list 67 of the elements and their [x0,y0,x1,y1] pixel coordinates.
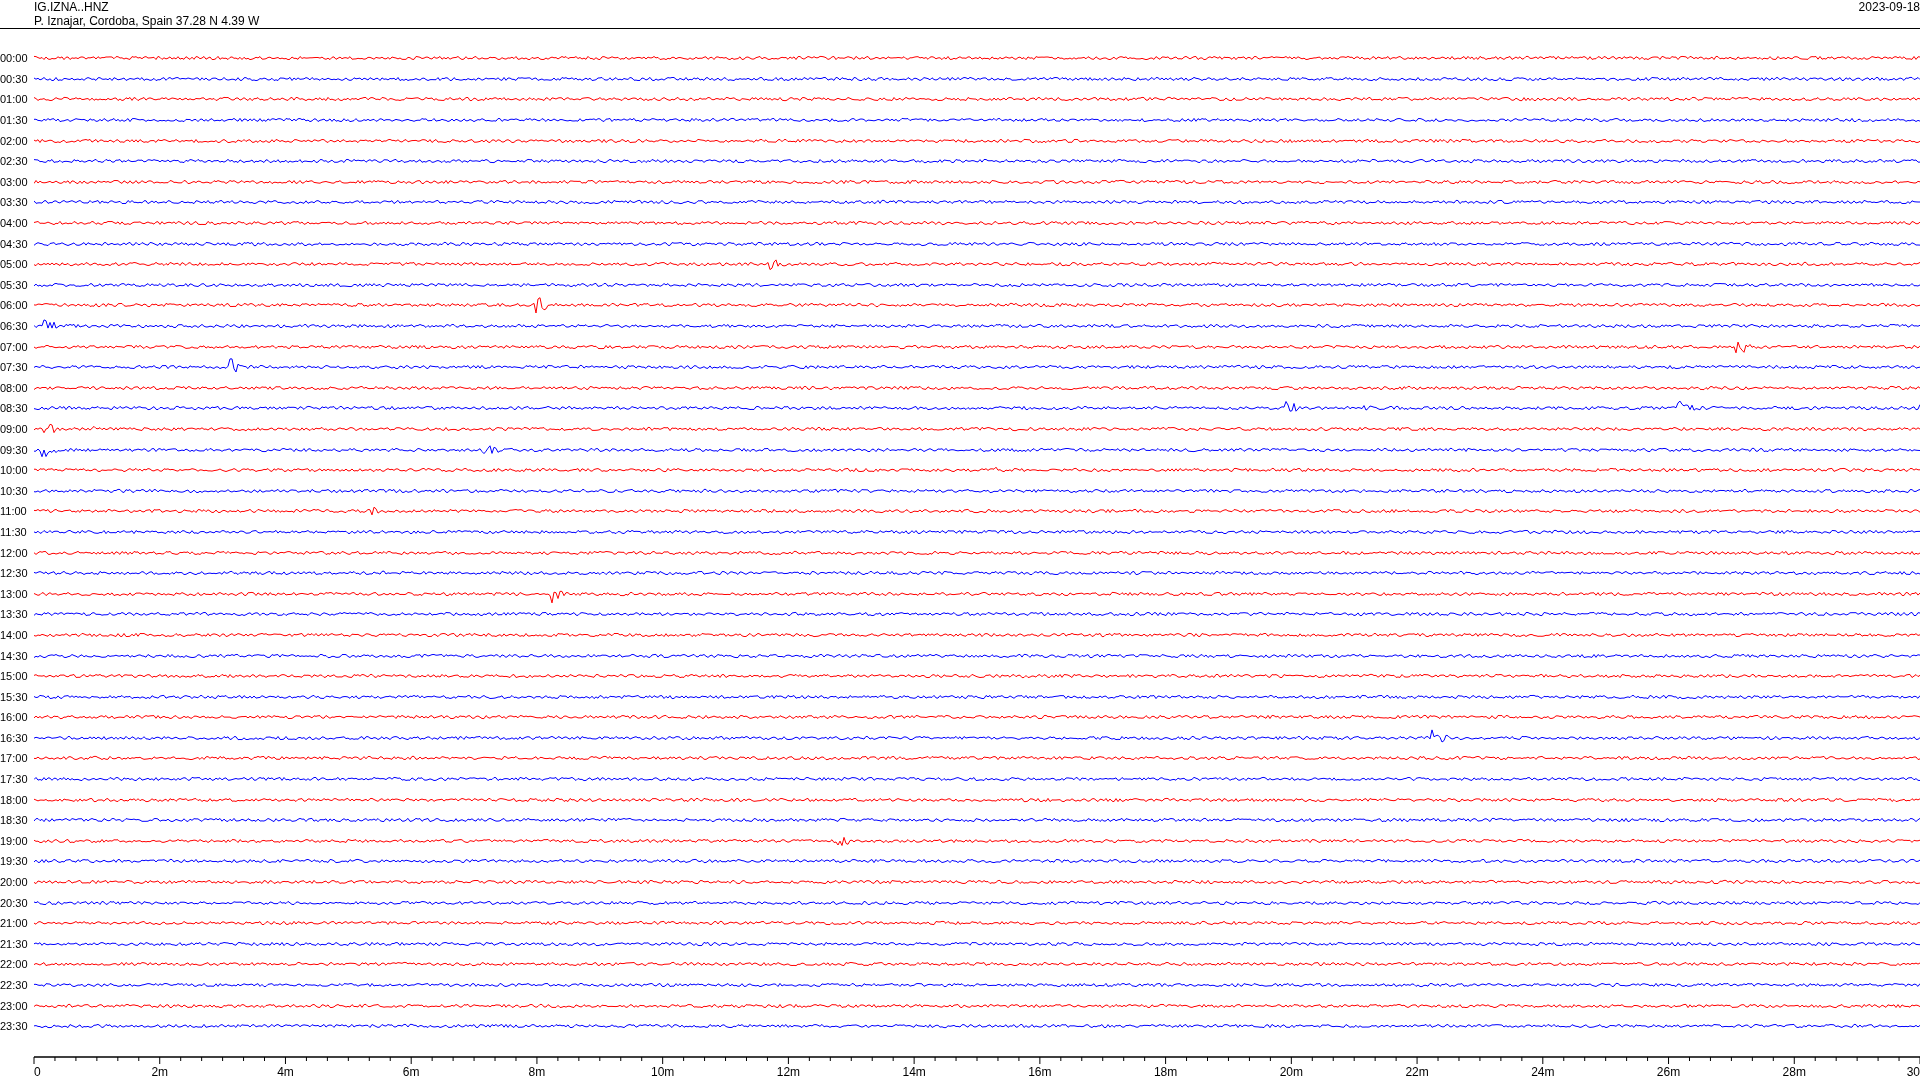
time-label: 11:30 [0,525,28,538]
time-label: 07:00 [0,340,29,353]
axis-label: 0 [34,1064,41,1079]
time-label: 06:00 [0,299,29,312]
time-label: 01:30 [0,114,29,127]
time-label: 04:00 [0,217,29,230]
time-label: 14:30 [0,649,29,662]
axis-label: 12m [776,1064,801,1079]
time-label: 08:00 [0,381,29,394]
time-label: 17:00 [0,752,29,765]
plot-date: 2023-09-18 [1858,0,1920,14]
time-label: 18:00 [0,793,29,806]
axis-label: 8m [528,1064,546,1079]
time-label: 23:00 [0,999,29,1012]
time-label: 17:30 [0,773,29,786]
time-label: 18:30 [0,814,29,827]
axis-label: 10m [651,1064,675,1079]
station-location: P. Iznajar, Cordoba, Spain 37.28 N 4.39 W [34,14,260,28]
time-label: 09:30 [0,443,29,456]
time-label: 08:30 [0,402,29,415]
time-label: 19:30 [0,855,29,868]
time-label: 12:30 [0,567,29,580]
axis-label: 2m [151,1064,169,1079]
time-label: 13:00 [0,587,29,600]
time-label: 02:00 [0,134,29,147]
axis-label: 26m [1656,1064,1681,1079]
time-label: 23:30 [0,1020,29,1033]
axis-label: 22m [1405,1064,1429,1079]
time-label: 21:30 [0,937,29,950]
time-label: 02:30 [0,155,29,168]
time-label: 00:00 [0,52,29,65]
axis-label: 14m [902,1064,926,1079]
time-label: 05:00 [0,258,29,271]
axis-label: 4m [277,1064,294,1079]
axis-label: 16m [1028,1064,1052,1079]
time-label: 15:30 [0,690,29,703]
axis-label: 28m [1782,1064,1806,1079]
time-label: 10:00 [0,464,29,477]
time-label: 03:30 [0,196,29,209]
time-label: 20:30 [0,896,29,909]
time-label: 16:30 [0,731,29,744]
axis-label: 20m [1279,1064,1303,1079]
axis-label: 18m [1153,1064,1178,1079]
time-label: 14:00 [0,628,29,641]
time-label: 13:30 [0,608,29,621]
time-label: 03:00 [0,175,29,188]
time-label: 22:30 [0,979,29,991]
time-label: 01:00 [0,93,29,106]
time-label: 19:00 [0,834,29,847]
axis-label: 30 [1906,1064,1920,1079]
axis-label: 6m [402,1064,420,1079]
time-label: 00:30 [0,72,29,85]
time-label: 22:00 [0,958,29,971]
time-label: 09:00 [0,423,29,435]
time-label: 05:30 [0,278,29,291]
time-label: 21:00 [0,917,29,930]
time-label: 20:00 [0,876,29,889]
time-label: 16:00 [0,711,29,724]
time-label: 12:00 [0,546,29,559]
time-label: 10:30 [0,484,29,497]
axis-label: 24m [1531,1064,1555,1079]
time-label: 11:00 [0,505,28,518]
time-label: 06:30 [0,320,29,332]
time-label: 15:00 [0,670,29,683]
station-code: IG.IZNA..HNZ [34,0,110,14]
time-label: 07:30 [0,361,29,374]
time-label: 04:30 [0,237,29,250]
